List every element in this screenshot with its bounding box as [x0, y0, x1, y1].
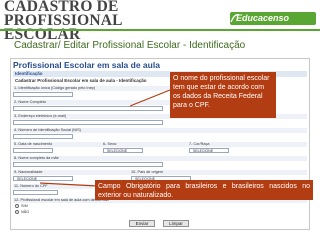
callout-nome: O nome do profissional escolar tem que e…: [170, 72, 276, 118]
callout-pointers: [39, 89, 171, 187]
pointer-cpf: [39, 182, 98, 187]
pointer-nome: [129, 89, 171, 107]
callout-cpf: Campo Obrigatório para brasileiros e bra…: [95, 180, 313, 200]
